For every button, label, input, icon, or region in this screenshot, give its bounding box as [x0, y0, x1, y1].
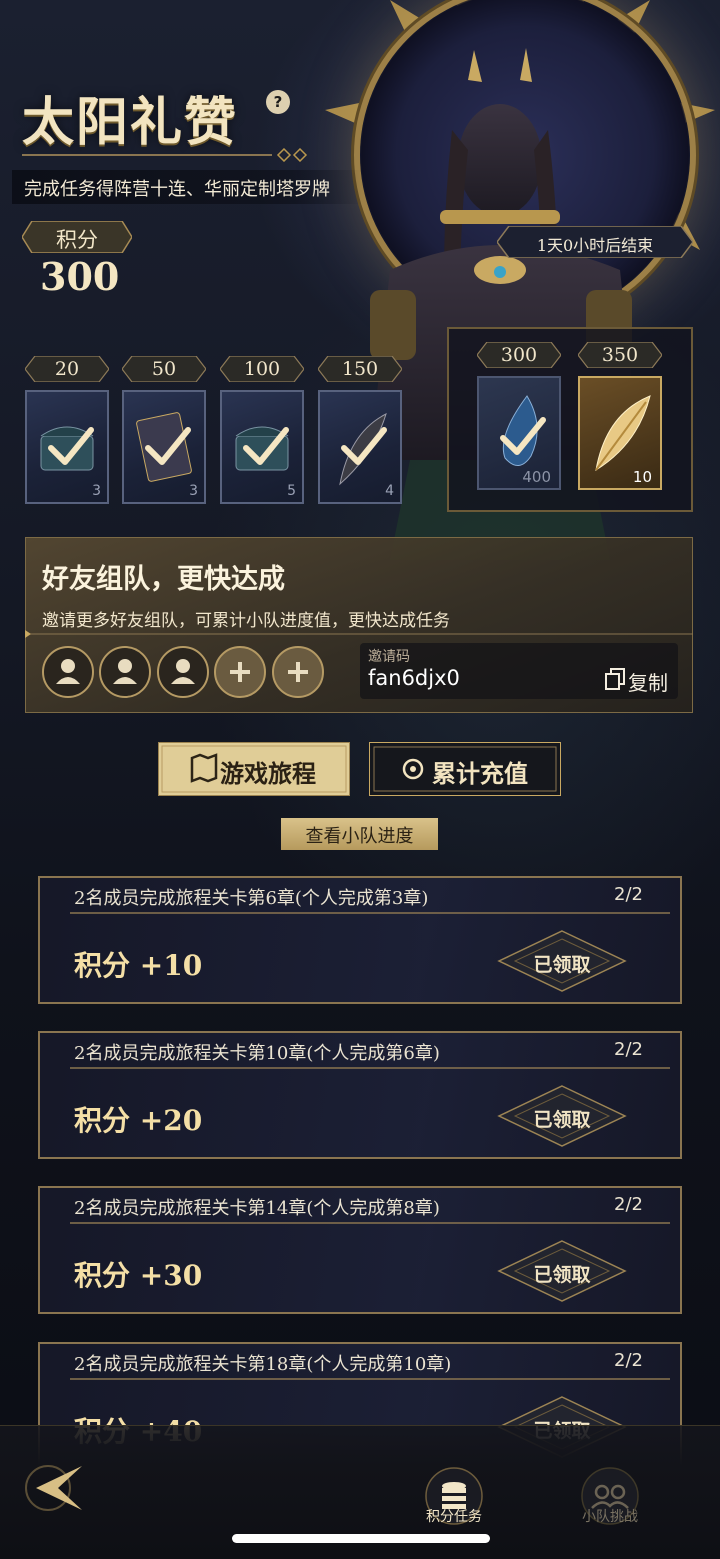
team-member-slot[interactable] [99, 646, 151, 698]
check-icon [243, 427, 289, 465]
check-icon [48, 427, 94, 465]
task-progress: 2/2 [614, 1194, 643, 1215]
task-progress: 2/2 [614, 1039, 643, 1060]
user-icon [56, 659, 80, 684]
points-value: 300 [40, 254, 120, 299]
grand-reward-card[interactable]: 10 [578, 376, 662, 490]
claimed-status: 已领取 [533, 1109, 591, 1131]
check-icon [500, 417, 546, 455]
milestone-threshold: 100 [243, 358, 281, 380]
tab-recharge-label[interactable]: 累计充值 [432, 754, 528, 789]
event-subtitle: 完成任务得阵营十连、华丽定制塔罗牌 [24, 179, 330, 200]
nav-points-tasks-label[interactable]: 积分任务 [426, 1506, 482, 1526]
reward-count: 400 [522, 468, 551, 486]
invite-code-value[interactable]: fan6djx0 [368, 666, 460, 690]
team-title: 好友组队，更快达成 [42, 564, 285, 595]
task-divider [70, 912, 670, 914]
task-divider [70, 1067, 670, 1069]
milestone-reward-card[interactable]: 3 [122, 390, 206, 504]
task-title: 2名成员完成旅程关卡第14章(个人完成第8章) [74, 1198, 440, 1219]
milestone-threshold: 50 [151, 358, 177, 380]
team-description: 邀请更多好友组队，可累计小队进度值，更快达成任务 [42, 611, 450, 631]
milestone-reward-card[interactable]: 4 [318, 390, 402, 504]
nav-team-challenge-label[interactable]: 小队挑战 [582, 1506, 638, 1526]
team-member-slot[interactable] [157, 646, 209, 698]
claimed-status: 已领取 [533, 954, 591, 976]
plus-icon [288, 662, 308, 682]
tab-journey-label[interactable]: 游戏旅程 [220, 754, 316, 789]
reward-count: 5 [287, 483, 296, 499]
invite-code-label: 邀请码 [368, 649, 410, 665]
copy-button[interactable]: 复制 [628, 667, 668, 696]
user-icon [171, 659, 195, 684]
milestone-threshold: 20 [54, 358, 80, 380]
milestone-reward-card[interactable]: 3 [25, 390, 109, 504]
task-progress: 2/2 [614, 884, 643, 905]
check-icon [145, 427, 191, 465]
task-divider [70, 1378, 670, 1380]
task-reward: 积分 +30 [74, 1259, 203, 1292]
user-icon [113, 659, 137, 684]
copy-icon[interactable] [604, 666, 626, 694]
page-title: 太阳礼赞 [22, 92, 239, 153]
reward-count: 3 [92, 483, 101, 499]
team-divider [25, 630, 693, 638]
reward-count: 10 [632, 468, 652, 486]
task-title: 2名成员完成旅程关卡第18章(个人完成第10章) [74, 1354, 452, 1375]
reward-count: 4 [385, 483, 394, 499]
task-divider [70, 1222, 670, 1224]
check-icon [341, 427, 387, 465]
milestone-threshold: 150 [341, 358, 379, 380]
add-member-button[interactable] [272, 646, 324, 698]
home-indicator [232, 1534, 490, 1543]
back-arrow-icon[interactable] [18, 1458, 88, 1518]
points-label: 积分 [56, 228, 98, 252]
grand-reward-card[interactable]: 400 [477, 376, 561, 490]
task-progress: 2/2 [614, 1350, 643, 1371]
team-member-slot[interactable] [42, 646, 94, 698]
add-member-button[interactable] [214, 646, 266, 698]
milestone-reward-card[interactable]: 5 [220, 390, 304, 504]
help-icon[interactable]: ? [266, 90, 290, 114]
title-divider-ornament [22, 148, 308, 162]
view-team-progress-label[interactable]: 查看小队进度 [281, 822, 438, 848]
milestone-threshold: 300 [500, 344, 538, 366]
task-title: 2名成员完成旅程关卡第10章(个人完成第6章) [74, 1043, 440, 1064]
task-reward: 积分 +10 [74, 949, 203, 982]
reward-count: 3 [189, 483, 198, 499]
countdown-text: 1天0小时后结束 [536, 236, 654, 255]
claimed-status: 已领取 [533, 1264, 591, 1286]
task-title: 2名成员完成旅程关卡第6章(个人完成第3章) [74, 888, 429, 909]
plus-icon [230, 662, 250, 682]
milestone-threshold: 350 [601, 344, 639, 366]
task-reward: 积分 +20 [74, 1104, 203, 1137]
